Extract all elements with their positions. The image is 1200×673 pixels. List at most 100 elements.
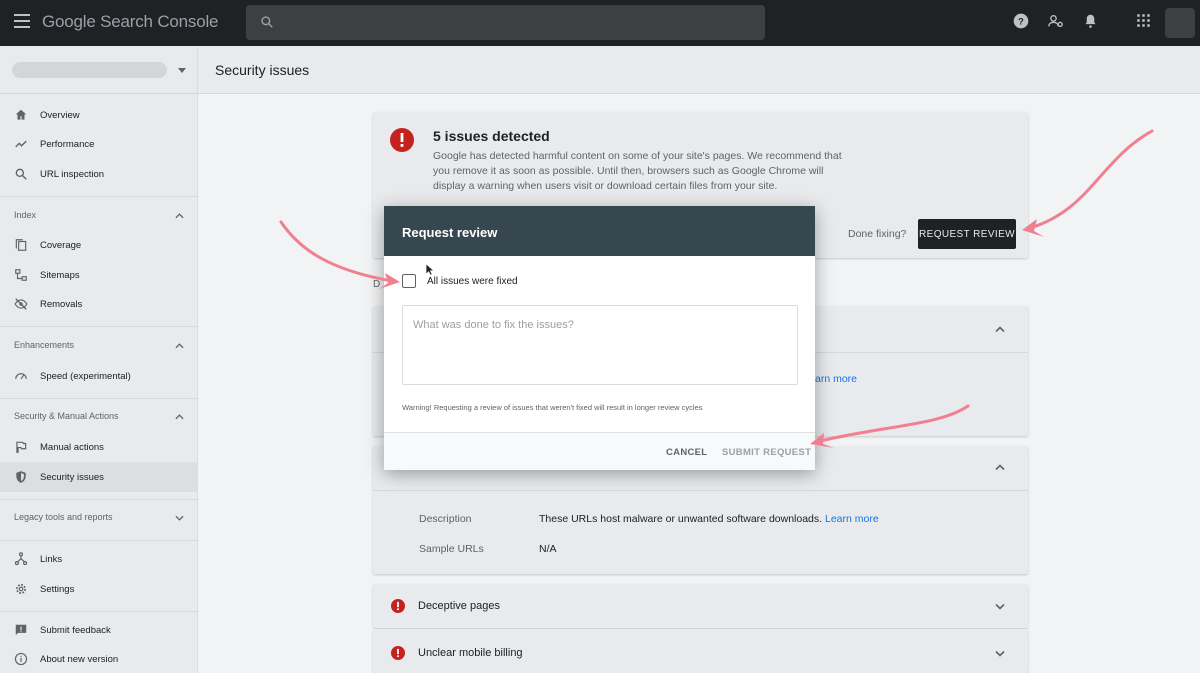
section-legacy-tools[interactable]: Legacy tools and reports xyxy=(0,506,198,530)
sidebar-item-label: Submit feedback xyxy=(40,624,111,636)
section-enhancements[interactable]: Enhancements xyxy=(0,334,198,358)
trending-up-icon xyxy=(15,140,27,148)
search-input[interactable] xyxy=(246,5,765,40)
chevron-up-icon xyxy=(175,343,184,349)
top-app-bar: Google Search Console ? xyxy=(0,0,1200,46)
file-copy-icon xyxy=(15,239,27,251)
app-title[interactable]: Google Search Console xyxy=(42,12,219,32)
request-review-dialog: Request review All issues were fixed War… xyxy=(384,206,815,470)
page-header: Security issues xyxy=(198,46,1200,94)
speed-gauge-icon xyxy=(15,373,27,380)
checkbox-label[interactable]: All issues were fixed xyxy=(427,276,518,287)
divider xyxy=(0,196,198,197)
issue-row-unclear-mobile-billing[interactable]: Unclear mobile billing xyxy=(373,629,1028,673)
feedback-icon xyxy=(15,624,27,636)
sidebar-item-label: Manual actions xyxy=(40,441,104,453)
section-label: Index xyxy=(14,210,37,220)
sidebar-item-links[interactable]: Links xyxy=(0,544,198,574)
apps-grid-icon[interactable] xyxy=(1136,13,1151,28)
description-text: These URLs host malware or unwanted soft… xyxy=(539,513,823,525)
flag-icon xyxy=(16,441,27,453)
shield-icon xyxy=(16,471,26,483)
manage-users-icon[interactable] xyxy=(1047,13,1064,29)
sidebar-item-sitemaps[interactable]: Sitemaps xyxy=(0,260,198,290)
issue-title: Deceptive pages xyxy=(418,600,500,612)
sample-urls-label: Sample URLs xyxy=(419,543,484,555)
svg-text:?: ? xyxy=(1018,16,1024,26)
divider xyxy=(0,326,198,327)
issues-count-title: 5 issues detected xyxy=(433,128,550,144)
chevron-up-icon[interactable] xyxy=(995,464,1005,471)
account-avatar[interactable] xyxy=(1165,8,1195,38)
all-issues-fixed-checkbox[interactable] xyxy=(402,274,416,288)
description-value: These URLs host malware or unwanted soft… xyxy=(539,513,879,525)
home-icon xyxy=(15,109,27,120)
sidebar-item-speed[interactable]: Speed (experimental) xyxy=(0,361,198,391)
search-icon xyxy=(261,16,273,28)
sidebar-item-manual-actions[interactable]: Manual actions xyxy=(0,432,198,462)
cancel-button[interactable]: CANCEL xyxy=(666,447,707,458)
dialog-footer: CANCEL SUBMIT REQUEST xyxy=(384,432,815,470)
chevron-up-icon xyxy=(175,213,184,219)
error-alert-icon xyxy=(391,599,405,613)
learn-more-link[interactable]: Learn more xyxy=(825,513,879,525)
property-selector[interactable] xyxy=(0,46,198,94)
divider xyxy=(0,540,198,541)
section-label: Legacy tools and reports xyxy=(14,512,113,522)
request-review-button[interactable]: REQUEST REVIEW xyxy=(918,219,1016,249)
sidebar-item-submit-feedback[interactable]: Submit feedback xyxy=(0,615,198,645)
section-label: Security & Manual Actions xyxy=(14,411,119,421)
sidebar-item-performance[interactable]: Performance xyxy=(0,129,198,159)
chevron-down-icon xyxy=(175,515,184,521)
sidebar-item-label: Removals xyxy=(40,298,83,310)
sidebar-item-label: Coverage xyxy=(40,239,82,251)
divider xyxy=(0,398,198,399)
sidebar-item-label: Security issues xyxy=(40,471,104,483)
sidebar-item-settings[interactable]: Settings xyxy=(0,574,198,604)
mouse-cursor-icon xyxy=(425,263,434,276)
info-icon xyxy=(14,652,28,666)
gear-icon xyxy=(16,584,26,594)
section-security-manual-actions[interactable]: Security & Manual Actions xyxy=(0,405,198,429)
sidebar-item-label: Settings xyxy=(40,583,75,595)
chevron-up-icon[interactable] xyxy=(995,326,1005,333)
error-alert-icon xyxy=(390,128,414,152)
sidebar-item-label: Links xyxy=(40,553,63,565)
issue-row-deceptive-pages[interactable]: Deceptive pages xyxy=(373,584,1028,628)
learn-more-link[interactable]: arn more xyxy=(815,373,857,385)
sidebar: Overview Performance URL inspection Inde… xyxy=(0,46,198,673)
section-index[interactable]: Index xyxy=(0,204,198,228)
issues-summary-text: Google has detected harmful content on s… xyxy=(433,150,842,192)
sidebar-item-security-issues[interactable]: Security issues xyxy=(0,462,198,492)
notifications-bell-icon[interactable] xyxy=(1083,13,1098,29)
dialog-header: Request review xyxy=(384,206,815,256)
sidebar-item-coverage[interactable]: Coverage xyxy=(0,230,198,260)
sidebar-item-label: Overview xyxy=(40,109,80,121)
sidebar-item-overview[interactable]: Overview xyxy=(0,100,198,130)
sidebar-item-label: Performance xyxy=(40,138,95,150)
annotation-arrow-request-review xyxy=(1028,129,1154,230)
sidebar-item-about[interactable]: About new version xyxy=(0,644,198,673)
done-fixing-label: Done fixing? xyxy=(848,228,907,240)
error-alert-icon xyxy=(391,646,405,660)
dialog-title: Request review xyxy=(402,225,498,240)
sitemap-icon xyxy=(15,269,27,281)
visibility-off-icon xyxy=(14,298,28,310)
chevron-down-icon xyxy=(995,650,1005,657)
links-icon xyxy=(14,552,28,566)
sidebar-item-url-inspection[interactable]: URL inspection xyxy=(0,159,198,189)
menu-icon[interactable] xyxy=(14,14,30,28)
search-icon xyxy=(15,168,27,180)
sidebar-item-removals[interactable]: Removals xyxy=(0,289,198,319)
warning-text: Warning! Requesting a review of issues t… xyxy=(402,403,703,412)
divider xyxy=(0,499,198,500)
help-icon[interactable]: ? xyxy=(1013,13,1029,29)
submit-request-button[interactable]: SUBMIT REQUEST xyxy=(722,447,811,458)
page-title: Security issues xyxy=(215,62,310,78)
section-label: Enhancements xyxy=(14,340,75,350)
sidebar-item-label: Sitemaps xyxy=(40,269,80,281)
description-label: Description xyxy=(419,513,472,525)
divider xyxy=(373,490,1028,491)
divider xyxy=(0,611,198,612)
fix-description-textarea[interactable] xyxy=(402,305,798,385)
